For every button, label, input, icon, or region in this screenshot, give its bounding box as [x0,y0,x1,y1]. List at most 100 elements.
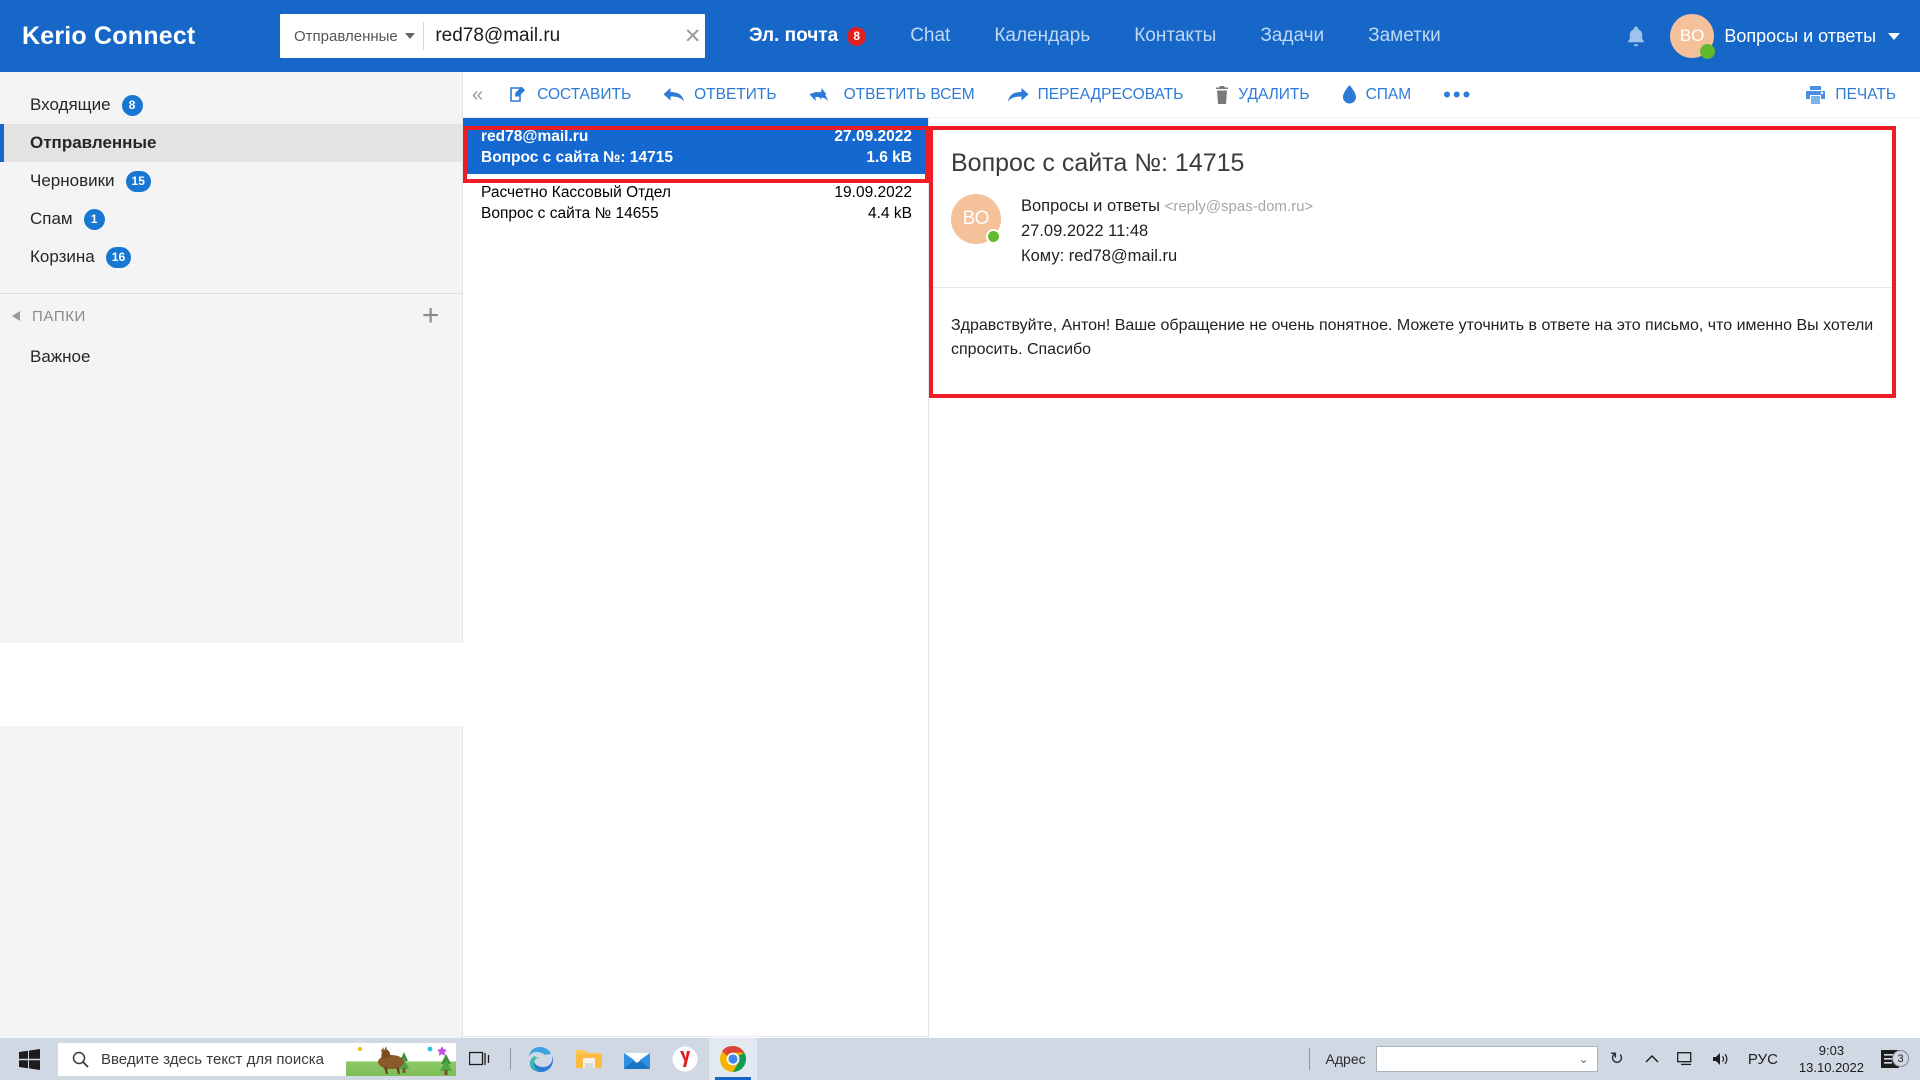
sidebar-item-badge: 1 [83,208,105,230]
chevron-down-icon [1888,32,1900,40]
tab-notes-label: Заметки [1368,25,1441,46]
sidebar-item-label: Входящие [30,95,111,114]
user-menu[interactable]: Вопросы и ответы [1724,26,1906,47]
reply-all-button[interactable]: ОТВЕТИТЬ ВСЕМ [793,72,991,118]
sidebar-item-label: Спам [30,209,73,228]
clock[interactable]: 9:03 13.10.2022 [1787,1042,1876,1076]
bell-icon[interactable] [1610,0,1662,72]
reply-button[interactable]: ОТВЕТИТЬ [647,72,792,118]
spam-button[interactable]: СПАМ [1326,72,1428,118]
windows-taskbar: Введите здесь текст для поиска Адрес ⌄ ↻… [0,1038,1920,1080]
tab-tasks-label: Задачи [1260,25,1325,46]
address-input[interactable]: ⌄ [1375,1046,1598,1072]
message-size: 4.4 kB [868,205,912,222]
message-meta: ВО Вопросы и ответы <reply@spas-dom.ru> … [951,194,1874,269]
sidebar-item-inbox[interactable]: Входящие 8 [0,86,462,124]
search-scope-label: Отправленные [294,27,398,45]
sidebar-lower-fill [0,726,463,1038]
more-actions-button[interactable]: ••• [1427,72,1488,118]
close-icon[interactable]: ✕ [680,14,705,58]
reply-all-label: ОТВЕТИТЬ ВСЕМ [843,85,975,103]
message-from-address: <reply@spas-dom.ru> [1164,198,1314,215]
forward-button[interactable]: ПЕРЕАДРЕСОВАТЬ [991,72,1200,118]
message-subject: Вопрос с сайта № 14655 [481,205,659,222]
tab-tasks[interactable]: Задачи [1238,0,1346,72]
task-view-icon[interactable] [456,1038,504,1080]
sidebar-item-badge: 16 [105,246,132,268]
tab-calendar-label: Календарь [994,25,1091,46]
action-center-icon[interactable]: 3 [1876,1049,1912,1069]
edge-browser-icon[interactable] [517,1038,565,1080]
compose-button[interactable]: СОСТАВИТЬ [493,72,647,118]
table-row[interactable]: red78@mail.ru 27.09.2022 Вопрос с сайта … [463,118,928,174]
sidebar-item-drafts[interactable]: Черновики 15 [0,162,462,200]
plus-icon[interactable]: + [422,301,440,331]
search-icon [72,1051,89,1068]
chrome-browser-icon[interactable] [709,1038,757,1080]
delete-button[interactable]: УДАЛИТЬ [1199,72,1325,118]
chevron-double-left-icon[interactable]: « [463,85,493,105]
message-detail-panel: Вопрос с сайта №: 14715 ВО Вопросы и отв… [929,126,1896,398]
sidebar-section-label: ПАПКИ [32,307,86,325]
message-body: Здравствуйте, Антон! Ваше обращение не о… [951,317,1874,358]
sidebar-item-important[interactable]: Важное [0,338,462,376]
print-label: ПЕЧАТЬ [1835,85,1896,103]
page-title: Вопрос с сайта №: 14715 [951,149,1245,177]
sidebar-item-spam[interactable]: Спам 1 [0,200,462,238]
message-date: 19.09.2022 [834,184,912,201]
file-explorer-icon[interactable] [565,1038,613,1080]
tab-calendar[interactable]: Календарь [972,0,1112,72]
tab-email-label: Эл. почта [749,25,839,46]
show-hidden-icons-icon[interactable] [1636,1054,1668,1064]
taskbar-separator [510,1048,511,1070]
avatar: ВО [951,194,1001,244]
search-input[interactable]: Введите здесь текст для поиска [58,1042,456,1076]
volume-icon[interactable] [1703,1052,1739,1066]
forward-label: ПЕРЕАДРЕСОВАТЬ [1037,85,1184,103]
search-input[interactable] [423,25,681,47]
sidebar-item-badge: 15 [125,170,151,192]
message-list: red78@mail.ru 27.09.2022 Вопрос с сайта … [463,118,929,1080]
message-toolbar: « СОСТАВИТЬ ОТВЕТИТЬ ОТВЕТИТЬ ВСЕМ ПЕРЕА… [463,72,1920,118]
compose-label: СОСТАВИТЬ [537,85,632,103]
yandex-browser-icon[interactable] [661,1038,709,1080]
app-brand: Kerio Connect [22,21,196,50]
table-row[interactable]: Расчетно Кассовый Отдел 19.09.2022 Вопро… [463,174,928,230]
taskbar-separator [1308,1048,1310,1070]
message-size: 1.6 kB [866,149,912,166]
online-status-dot [986,229,1001,244]
tab-contacts[interactable]: Контакты [1112,0,1238,72]
sidebar-item-label: Отправленные [30,133,157,152]
sidebar-item-label: Черновики [30,171,115,190]
message-subject: Вопрос с сайта №: 14715 [481,149,673,166]
avatar[interactable]: ВО [1670,14,1716,59]
windows-start-icon[interactable] [0,1038,58,1080]
search-placeholder: Введите здесь текст для поиска [101,1050,324,1068]
message-sender: Расчетно Кассовый Отдел [481,184,671,201]
sidebar-item-trash[interactable]: Корзина 16 [0,238,462,276]
search-scope-selector[interactable]: Отправленные [280,28,423,45]
clock-time: 9:03 [1818,1043,1845,1058]
collapse-triangle-icon [12,311,20,321]
tab-chat[interactable]: Chat [888,0,972,72]
sidebar-item-label: Важное [30,347,91,366]
network-icon[interactable] [1668,1052,1703,1066]
global-search[interactable]: Отправленные ✕ [280,14,705,58]
tab-chat-label: Chat [910,25,951,46]
tab-contacts-label: Контакты [1134,25,1217,46]
tab-notes[interactable]: Заметки [1346,0,1463,72]
sidebar-item-sent[interactable]: Отправленные [0,124,462,162]
spam-label: СПАМ [1365,85,1412,103]
more-dots-icon: ••• [1443,81,1473,107]
tab-email-badge: 8 [847,26,867,46]
tab-email[interactable]: Эл. почта 8 [727,0,888,72]
refresh-icon[interactable]: ↻ [1598,1049,1636,1069]
clock-date: 13.10.2022 [1798,1060,1864,1075]
language-indicator[interactable]: РУС [1739,1051,1787,1068]
sidebar-item-label: Корзина [30,247,95,266]
sidebar-section-folders[interactable]: ПАПКИ + [0,294,462,338]
message-sender: red78@mail.ru [481,128,589,145]
mail-app-icon[interactable] [613,1038,661,1080]
print-button[interactable]: ПЕЧАТЬ [1805,85,1896,104]
chevron-down-icon[interactable]: ⌄ [1579,1052,1589,1066]
